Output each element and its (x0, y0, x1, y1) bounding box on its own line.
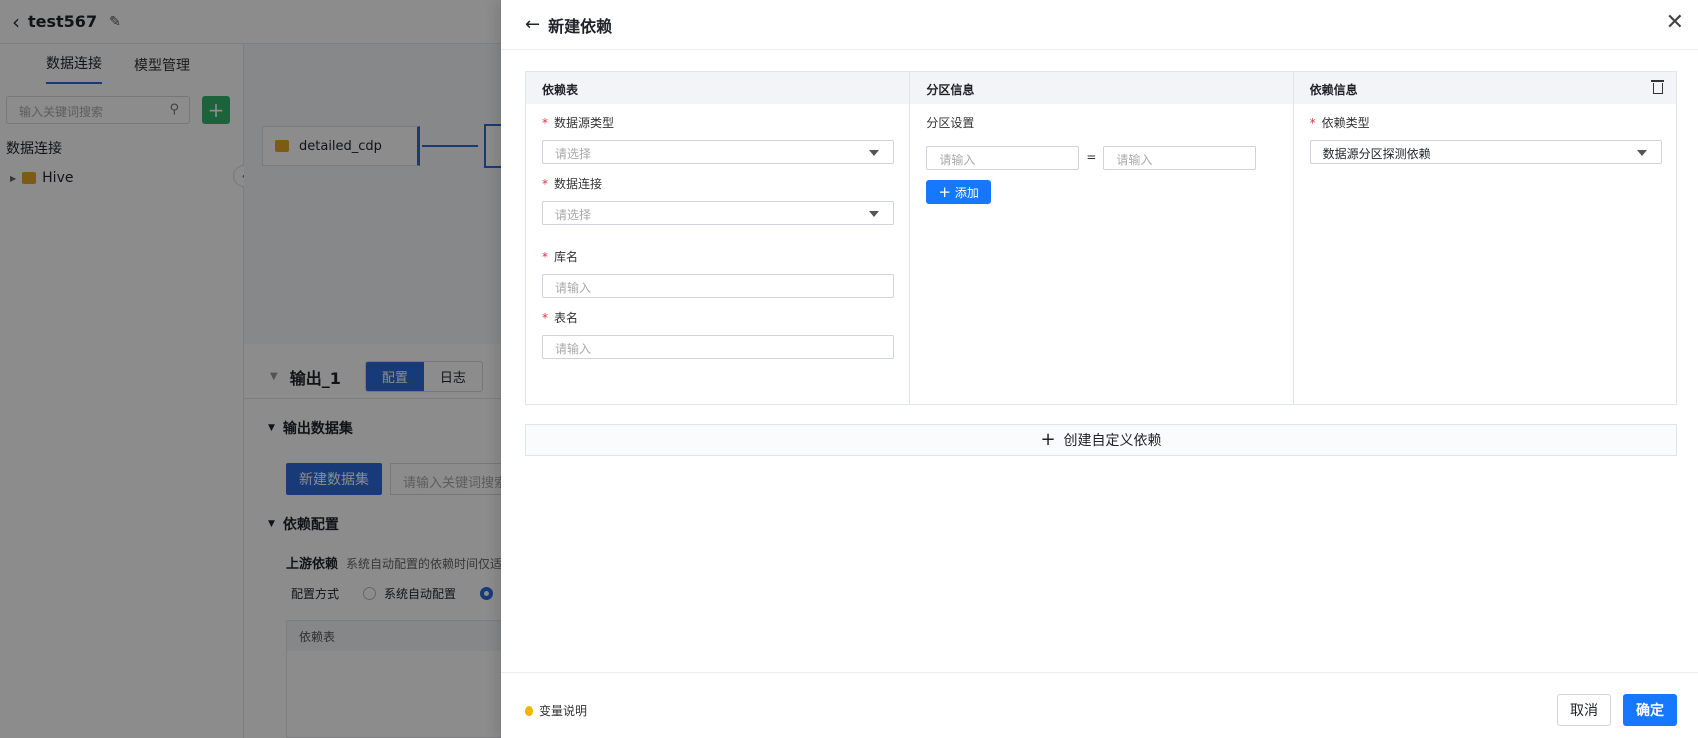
cancel-button[interactable]: 取消 (1557, 694, 1611, 726)
new-dependency-drawer: ← 新建依赖 ✕ 依赖表 * 数据源类型 请选择 * 数据连接 请选择 * 库名 (501, 0, 1698, 738)
db-name-placeholder: 请输入 (555, 281, 592, 295)
create-custom-label: 创建自定义依赖 (1063, 433, 1162, 449)
table-name-label: * 表名 (542, 309, 578, 326)
dropdown-arrow-icon (1636, 150, 1647, 156)
partition-value-placeholder: 请输入 (1116, 153, 1153, 167)
drawer-footer: 变量说明 取消 确定 (501, 672, 1698, 738)
create-custom-dependency-button[interactable]: + 创建自定义依赖 (525, 424, 1677, 456)
source-type-placeholder: 请选择 (555, 147, 592, 161)
required-mark: * (542, 116, 548, 130)
add-partition-button[interactable]: + 添加 (926, 180, 991, 204)
source-type-select[interactable]: 请选择 (542, 140, 894, 164)
dependency-card: 依赖表 * 数据源类型 请选择 * 数据连接 请选择 * 库名 请输入 * 表名… (525, 71, 1677, 405)
drawer-header: ← 新建依赖 ✕ (501, 0, 1698, 50)
lightbulb-icon (525, 705, 533, 716)
dropdown-arrow-icon (869, 150, 879, 156)
back-arrow-icon[interactable]: ← (525, 15, 540, 34)
variable-note-link[interactable]: 变量说明 (525, 702, 587, 719)
add-partition-label: 添加 (954, 185, 979, 200)
table-name-input[interactable]: 请输入 (542, 335, 894, 359)
connection-placeholder: 请选择 (555, 208, 592, 222)
source-type-label: * 数据源类型 (542, 114, 614, 131)
trash-icon[interactable] (1650, 80, 1664, 94)
required-mark: * (542, 250, 548, 264)
dep-table-column-header: 依赖表 (526, 72, 910, 104)
partition-value-input[interactable]: 请输入 (1103, 146, 1257, 170)
dep-type-label: * 依赖类型 (1310, 114, 1370, 131)
plus-icon: + (938, 182, 951, 201)
dep-type-value: 数据源分区探测依赖 (1322, 147, 1431, 161)
connection-label-text: 数据连接 (554, 177, 603, 191)
drawer-title: 新建依赖 (548, 16, 613, 36)
connection-label: * 数据连接 (542, 175, 602, 192)
partition-key-placeholder: 请输入 (939, 153, 976, 167)
partition-column-header: 分区信息 (910, 72, 1293, 104)
connection-select[interactable]: 请选择 (542, 201, 894, 225)
required-mark: * (542, 311, 548, 325)
table-name-placeholder: 请输入 (555, 342, 592, 356)
dep-info-column: 依赖信息 * 依赖类型 数据源分区探测依赖 (1292, 72, 1676, 404)
source-type-label-text: 数据源类型 (554, 116, 615, 130)
table-name-label-text: 表名 (554, 311, 579, 325)
plus-icon: + (1040, 429, 1056, 450)
equals-sign: = (1086, 150, 1097, 164)
dropdown-arrow-icon (869, 211, 879, 217)
required-mark: * (542, 177, 548, 191)
dep-info-column-title: 依赖信息 (1309, 83, 1358, 97)
dep-info-column-header: 依赖信息 (1293, 72, 1676, 104)
variable-note-label: 变量说明 (539, 704, 588, 718)
db-name-input[interactable]: 请输入 (542, 274, 894, 298)
partition-setting-label: 分区设置 (926, 116, 975, 130)
dep-type-label-text: 依赖类型 (1321, 116, 1370, 130)
db-name-label: * 库名 (542, 248, 578, 265)
db-name-label-text: 库名 (554, 250, 579, 264)
confirm-button[interactable]: 确定 (1623, 694, 1677, 726)
required-mark: * (1309, 116, 1316, 130)
close-icon[interactable]: ✕ (1666, 12, 1684, 34)
partition-key-input[interactable]: 请输入 (926, 146, 1080, 170)
dep-table-column: 依赖表 * 数据源类型 请选择 * 数据连接 请选择 * 库名 请输入 * 表名… (526, 72, 910, 404)
dep-type-select[interactable]: 数据源分区探测依赖 (1309, 140, 1662, 164)
partition-column: 分区信息 分区设置 请输入 = 请输入 + 添加 (909, 72, 1293, 404)
